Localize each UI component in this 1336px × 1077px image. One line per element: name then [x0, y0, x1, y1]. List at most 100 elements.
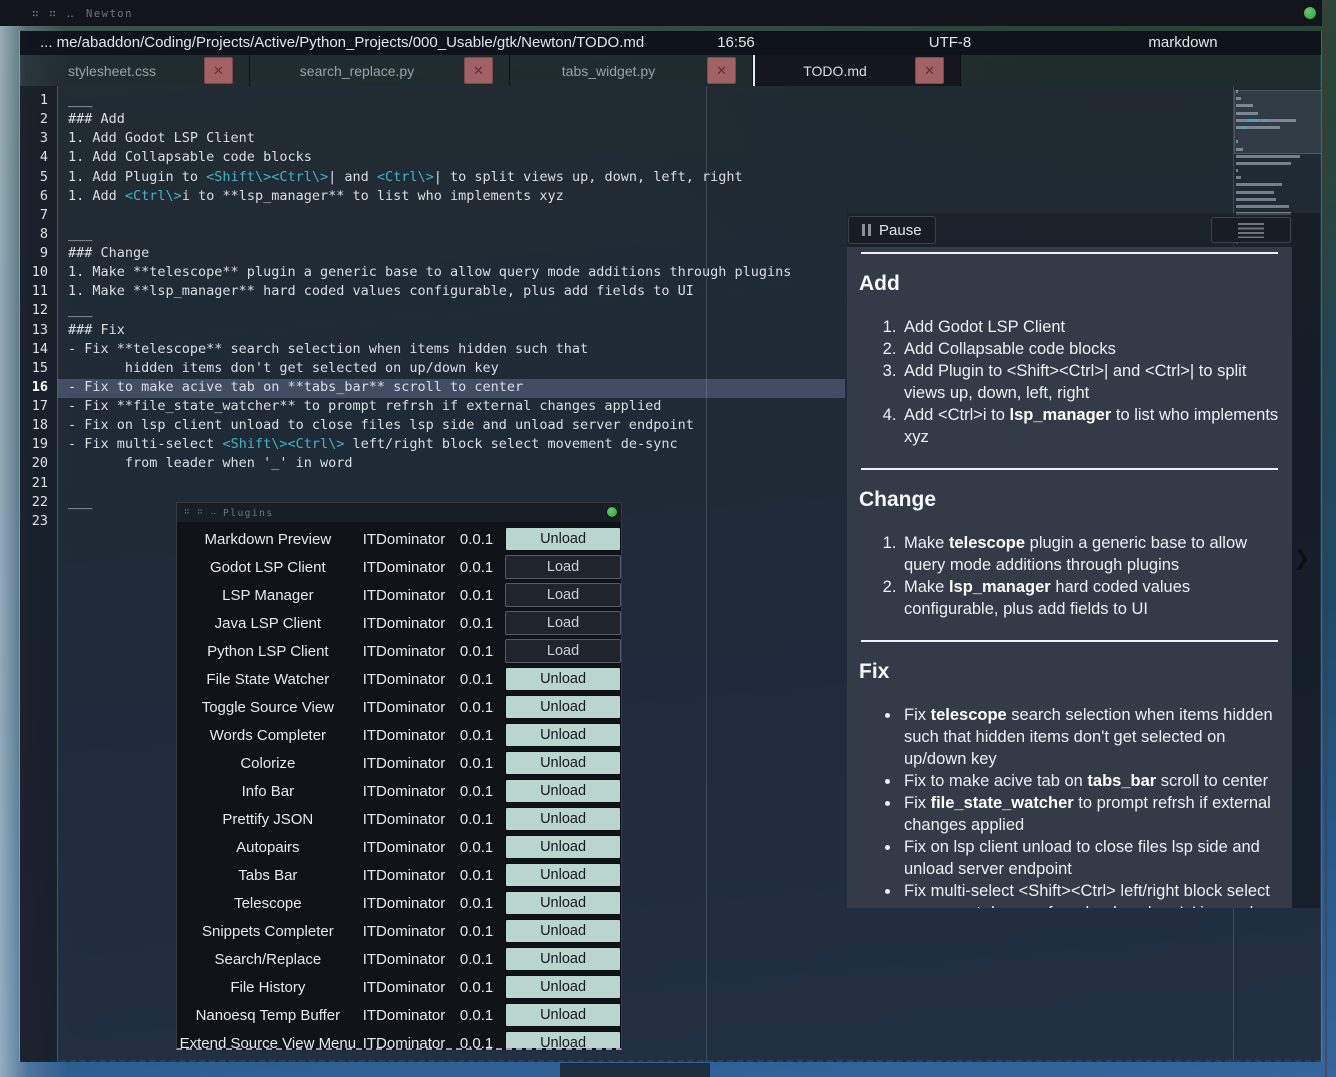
plugin-name: Java LSP Client	[177, 615, 359, 632]
code-text-layer[interactable]: ___### Add1. Add Godot LSP Client1. Add …	[57, 92, 845, 532]
plugin-row: File State WatcherITDominator0.0.1Unload	[177, 665, 621, 693]
plugin-author: ITDominator	[363, 951, 460, 968]
minimap-viewport[interactable]	[1234, 90, 1321, 154]
code-text: 1. Add Godot LSP Client	[68, 130, 255, 146]
plugin-row: Java LSP ClientITDominator0.0.1Load	[177, 609, 621, 637]
code-line: 1. Add Plugin to <Shift\><Ctrl\>| and <C…	[57, 169, 845, 188]
plugin-author: ITDominator	[363, 1035, 460, 1051]
code-text: 1. Make **lsp_manager** hard coded value…	[68, 283, 694, 299]
plugin-load-button[interactable]: Load	[505, 639, 621, 663]
plugin-author: ITDominator	[363, 727, 460, 744]
encoding-label: UTF-8	[920, 34, 980, 51]
file-path: ... me/abaddon/Coding/Projects/Active/Py…	[40, 34, 644, 51]
plugin-version: 0.0.1	[460, 671, 505, 688]
code-line: 1. Add Godot LSP Client	[57, 130, 845, 149]
pause-button[interactable]: Pause	[848, 216, 936, 244]
preview-list-item: Fix file_state_watcher to prompt refrsh …	[901, 792, 1280, 836]
plugin-unload-button[interactable]: Unload	[505, 1031, 621, 1050]
minimap-line	[1236, 162, 1321, 165]
plugin-load-button[interactable]: Load	[505, 583, 621, 607]
code-line: - Fix to make acive tab on **tabs_bar** …	[57, 379, 845, 398]
plugin-name: Info Bar	[177, 783, 359, 800]
line-number: 3	[20, 130, 57, 149]
plugin-author: ITDominator	[363, 699, 460, 716]
tab-label: TODO.md	[755, 63, 915, 79]
minimap-bar	[1236, 155, 1300, 158]
plugin-unload-button[interactable]: Unload	[505, 695, 621, 719]
line-number: 14	[20, 341, 57, 360]
line-number: 20	[20, 455, 57, 474]
wallpaper-detail	[1325, 0, 1327, 1077]
preview-list-item: Fix multi-select <Shift><Ctrl> left/righ…	[901, 880, 1280, 908]
plugin-unload-button[interactable]: Unload	[505, 751, 621, 775]
syntax-token: <Shift\><Ctrl\>	[206, 169, 328, 185]
code-line: ___	[57, 92, 845, 111]
plugin-unload-button[interactable]: Unload	[505, 891, 621, 915]
plugin-unload-button[interactable]: Unload	[505, 919, 621, 943]
plugin-load-button[interactable]: Load	[505, 555, 621, 579]
code-line: ### Fix	[57, 322, 845, 341]
tab-tabs_widget.py[interactable]: tabs_widget.py✕	[510, 55, 753, 86]
plugin-version: 0.0.1	[460, 1035, 505, 1051]
plugin-unload-button[interactable]: Unload	[505, 527, 621, 551]
plugin-author: ITDominator	[363, 783, 460, 800]
plugin-name: Autopairs	[177, 839, 359, 856]
plugin-version: 0.0.1	[460, 615, 505, 632]
close-icon: ✕	[213, 64, 224, 77]
text: Fix	[904, 706, 931, 724]
plugin-unload-button[interactable]: Unload	[505, 947, 621, 971]
plugins-titlebar[interactable]: ∷ ∷ ‥ Plugins	[177, 503, 621, 522]
code-line: ___	[57, 302, 845, 321]
line-number: 10	[20, 264, 57, 283]
plugin-row: Info BarITDominator0.0.1Unload	[177, 777, 621, 805]
horizontal-rule	[861, 252, 1278, 254]
plugin-unload-button[interactable]: Unload	[505, 807, 621, 831]
plugin-row: Tabs BarITDominator0.0.1Unload	[177, 861, 621, 889]
plugin-unload-button[interactable]: Unload	[505, 779, 621, 803]
text: Fix	[904, 794, 931, 812]
tab-close-button[interactable]: ✕	[707, 57, 736, 84]
tab-stylesheet.css[interactable]: stylesheet.css✕	[20, 55, 250, 86]
panel-collapse-chevron-icon[interactable]: ❯	[1293, 546, 1311, 570]
preview-list-item: Add Collapsable code blocks	[901, 338, 1280, 360]
plugin-unload-button[interactable]: Unload	[505, 723, 621, 747]
plugin-unload-button[interactable]: Unload	[505, 1003, 621, 1027]
code-line: 1. Add Collapsable code blocks	[57, 149, 845, 168]
tab-close-button[interactable]: ✕	[204, 57, 233, 84]
menu-icon	[1238, 223, 1264, 238]
plugin-name: File State Watcher	[177, 671, 359, 688]
window-status-icon[interactable]	[1304, 7, 1316, 19]
code-line: - Fix on lsp client unload to close file…	[57, 417, 845, 436]
plugins-window[interactable]: ∷ ∷ ‥ Plugins Markdown PreviewITDominato…	[176, 502, 622, 1050]
code-text: ___	[68, 302, 92, 318]
tab-close-button[interactable]: ✕	[464, 57, 493, 84]
plugin-row: Godot LSP ClientITDominator0.0.1Load	[177, 553, 621, 581]
plugins-status-icon[interactable]	[607, 507, 617, 517]
plugin-author: ITDominator	[363, 531, 460, 548]
plugin-unload-button[interactable]: Unload	[505, 667, 621, 691]
plugin-version: 0.0.1	[460, 643, 505, 660]
tab-close-button[interactable]: ✕	[915, 57, 944, 84]
tab-TODO.md[interactable]: TODO.md✕	[753, 55, 961, 86]
plugin-unload-button[interactable]: Unload	[505, 863, 621, 887]
tab-search_replace.py[interactable]: search_replace.py✕	[250, 55, 510, 86]
bold-text: telescope	[931, 706, 1007, 724]
text: Add Collapsable code blocks	[904, 340, 1116, 358]
plugin-unload-button[interactable]: Unload	[505, 975, 621, 999]
line-number: 16	[20, 379, 57, 398]
plugin-unload-button[interactable]: Unload	[505, 835, 621, 859]
minimap-line	[1236, 198, 1321, 201]
syntax-token: <Ctrl\>	[125, 188, 182, 204]
minimap-bar	[1236, 205, 1289, 208]
plugin-author: ITDominator	[363, 979, 460, 996]
window-titlebar[interactable]: ∷ ∷ ‥ Newton	[0, 0, 1322, 26]
minimap-bar	[1236, 176, 1241, 179]
plugin-row: Markdown PreviewITDominator0.0.1Unload	[177, 525, 621, 553]
plugin-name: Markdown Preview	[177, 531, 359, 548]
plugin-load-button[interactable]: Load	[505, 611, 621, 635]
line-number: 19	[20, 436, 57, 455]
line-number: 23	[20, 513, 57, 532]
minimap-bar	[1236, 183, 1282, 186]
line-number: 5	[20, 169, 57, 188]
preview-menu-button[interactable]	[1211, 217, 1291, 243]
